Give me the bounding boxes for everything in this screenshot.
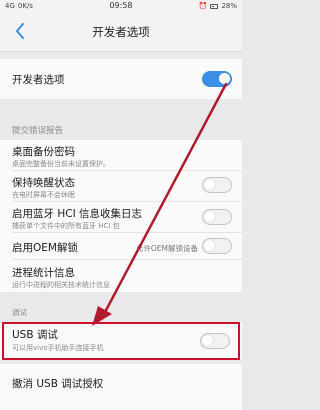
setting-subtitle: 桌面完整备份当前未设置保护。 (12, 160, 110, 168)
setting-label: 启用OEM解锁 (12, 242, 78, 254)
status-right: ⏰ 28% (199, 2, 237, 10)
alarm-icon: ⏰ (198, 2, 208, 10)
revoke-usb-authorization-row[interactable]: 撤消 USB 调试授权 (0, 364, 242, 410)
setting-subtitle: 运行中进程的相关技术统计信息 (12, 281, 110, 289)
oem-unlock-description: 允许OEM解锁设备 (135, 244, 198, 253)
list-item-oem-unlock[interactable]: 启用OEM解锁 允许OEM解锁设备 (0, 233, 242, 259)
developer-options-row[interactable]: 开发者选项 (0, 59, 242, 99)
developer-options-label: 开发者选项 (12, 74, 65, 86)
oem-unlock-toggle[interactable] (202, 238, 232, 254)
battery-icon (210, 3, 219, 9)
list-item-stay-awake[interactable]: 保持唤醒状态 充电时屏幕不会休眠 (0, 171, 242, 201)
setting-label: 进程统计信息 (12, 267, 75, 279)
usb-debugging-highlight (2, 322, 240, 360)
toggle-knob (204, 211, 215, 222)
toggle-knob (204, 179, 215, 190)
page-title: 开发者选项 (92, 25, 150, 39)
setting-label: 保持唤醒状态 (12, 177, 75, 189)
bluetooth-hci-toggle[interactable] (202, 209, 232, 225)
status-bar: 4G 0K/s 09:58 ⏰ 28% (0, 0, 242, 12)
settings-list: 桌面备份密码 桌面完整备份当前未设置保护。 保持唤醒状态 充电时屏幕不会休眠 启… (0, 140, 242, 292)
toggle-knob (204, 240, 215, 251)
battery-percent: 28% (221, 2, 237, 10)
section-header-debug: 调试 (12, 308, 27, 317)
setting-label: 桌面备份密码 (12, 146, 75, 158)
developer-options-toggle[interactable] (202, 71, 232, 87)
setting-subtitle: 捕获单个文件中的所有蓝牙 HCI 包 (12, 222, 120, 230)
stay-awake-toggle[interactable] (202, 177, 232, 193)
list-item-desktop-backup[interactable]: 桌面备份密码 桌面完整备份当前未设置保护。 (0, 140, 242, 170)
revoke-usb-label: 撤消 USB 调试授权 (12, 378, 104, 390)
setting-label: 启用蓝牙 HCI 信息收集日志 (12, 208, 142, 220)
section-header-bug-report[interactable]: 提交错误报告 (12, 124, 63, 136)
toggle-knob (219, 73, 230, 84)
setting-subtitle: 充电时屏幕不会休眠 (12, 191, 75, 199)
list-item-process-stats[interactable]: 进程统计信息 运行中进程的相关技术统计信息 (0, 260, 242, 292)
list-item-bluetooth-hci-log[interactable]: 启用蓝牙 HCI 信息收集日志 捕获单个文件中的所有蓝牙 HCI 包 (0, 202, 242, 232)
navigation-bar: 开发者选项 (0, 12, 242, 52)
